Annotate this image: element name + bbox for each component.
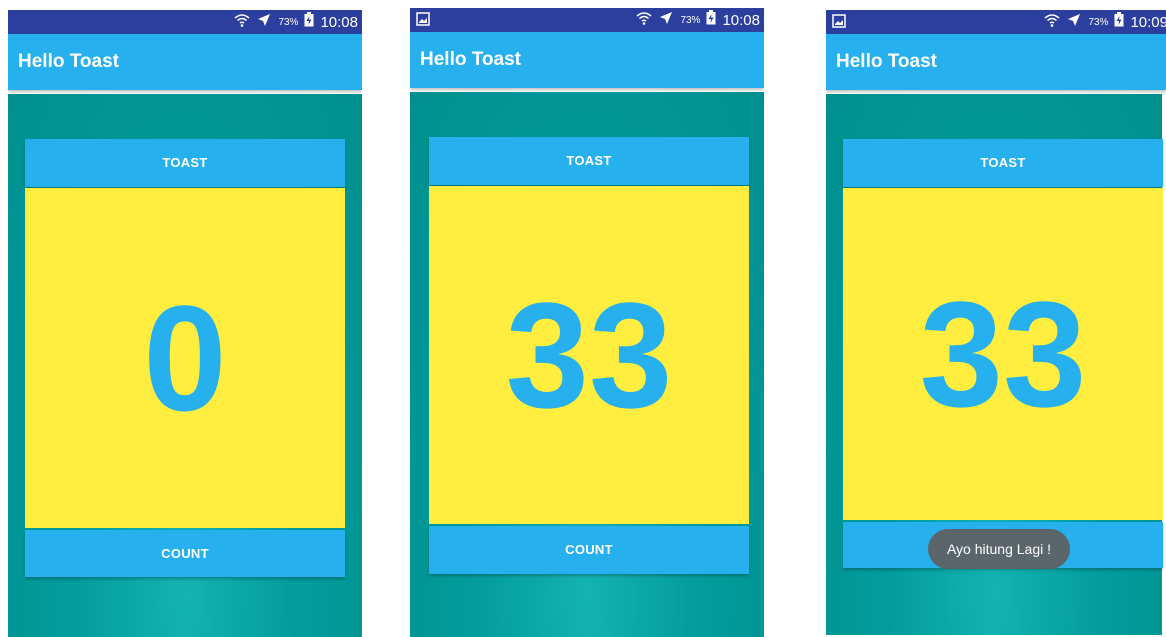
app-bar: Hello Toast: [410, 32, 764, 88]
wifi-icon: [1044, 12, 1060, 33]
count-display: 33: [429, 186, 749, 524]
main-content: TOAST 33 Ayo hitung Lagi !: [826, 94, 1163, 635]
app-title: Hello Toast: [420, 49, 521, 70]
airplane-mode-icon: [658, 10, 674, 31]
phone-screen-3: 73% 10:09 Hello Toast TOAST 33 Ayo hitun…: [826, 10, 1166, 635]
app-title: Hello Toast: [18, 51, 119, 72]
toast-message: Ayo hitung Lagi !: [928, 529, 1070, 569]
count-display: 33: [843, 188, 1163, 520]
toast-button[interactable]: TOAST: [429, 137, 749, 185]
phone-screen-2: 73% 10:08 Hello Toast TOAST 33 COUNT: [410, 8, 764, 637]
battery-icon: [1114, 12, 1124, 32]
battery-percent: 73%: [278, 16, 299, 28]
phone-screen-1: 73% 10:08 Hello Toast TOAST 0 COUNT: [8, 10, 362, 637]
airplane-mode-icon: [1066, 12, 1082, 33]
status-time: 10:09: [1130, 13, 1166, 31]
toast-button[interactable]: TOAST: [843, 139, 1163, 187]
status-bar: 73% 10:08: [410, 8, 764, 32]
status-bar: 73% 10:08: [8, 10, 362, 34]
count-button[interactable]: COUNT: [429, 526, 749, 574]
wifi-icon: [636, 10, 652, 31]
battery-icon: [706, 10, 716, 30]
toast-button[interactable]: TOAST: [25, 139, 345, 187]
battery-percent: 73%: [1088, 16, 1109, 28]
status-time: 10:08: [320, 13, 358, 31]
status-time: 10:08: [722, 11, 760, 29]
battery-percent: 73%: [680, 14, 701, 26]
app-bar: Hello Toast: [8, 34, 362, 90]
airplane-mode-icon: [256, 12, 272, 33]
screenshot-notification-icon: [416, 12, 430, 31]
main-content: TOAST 0 COUNT: [8, 94, 362, 637]
status-bar: 73% 10:09: [826, 10, 1166, 34]
app-bar: Hello Toast: [826, 34, 1166, 90]
main-content: TOAST 33 COUNT: [410, 92, 764, 637]
screenshot-notification-icon: [832, 14, 846, 33]
count-button[interactable]: COUNT: [25, 530, 345, 577]
wifi-icon: [234, 12, 250, 33]
battery-icon: [304, 12, 314, 32]
app-title: Hello Toast: [836, 51, 937, 72]
count-display: 0: [25, 188, 345, 528]
